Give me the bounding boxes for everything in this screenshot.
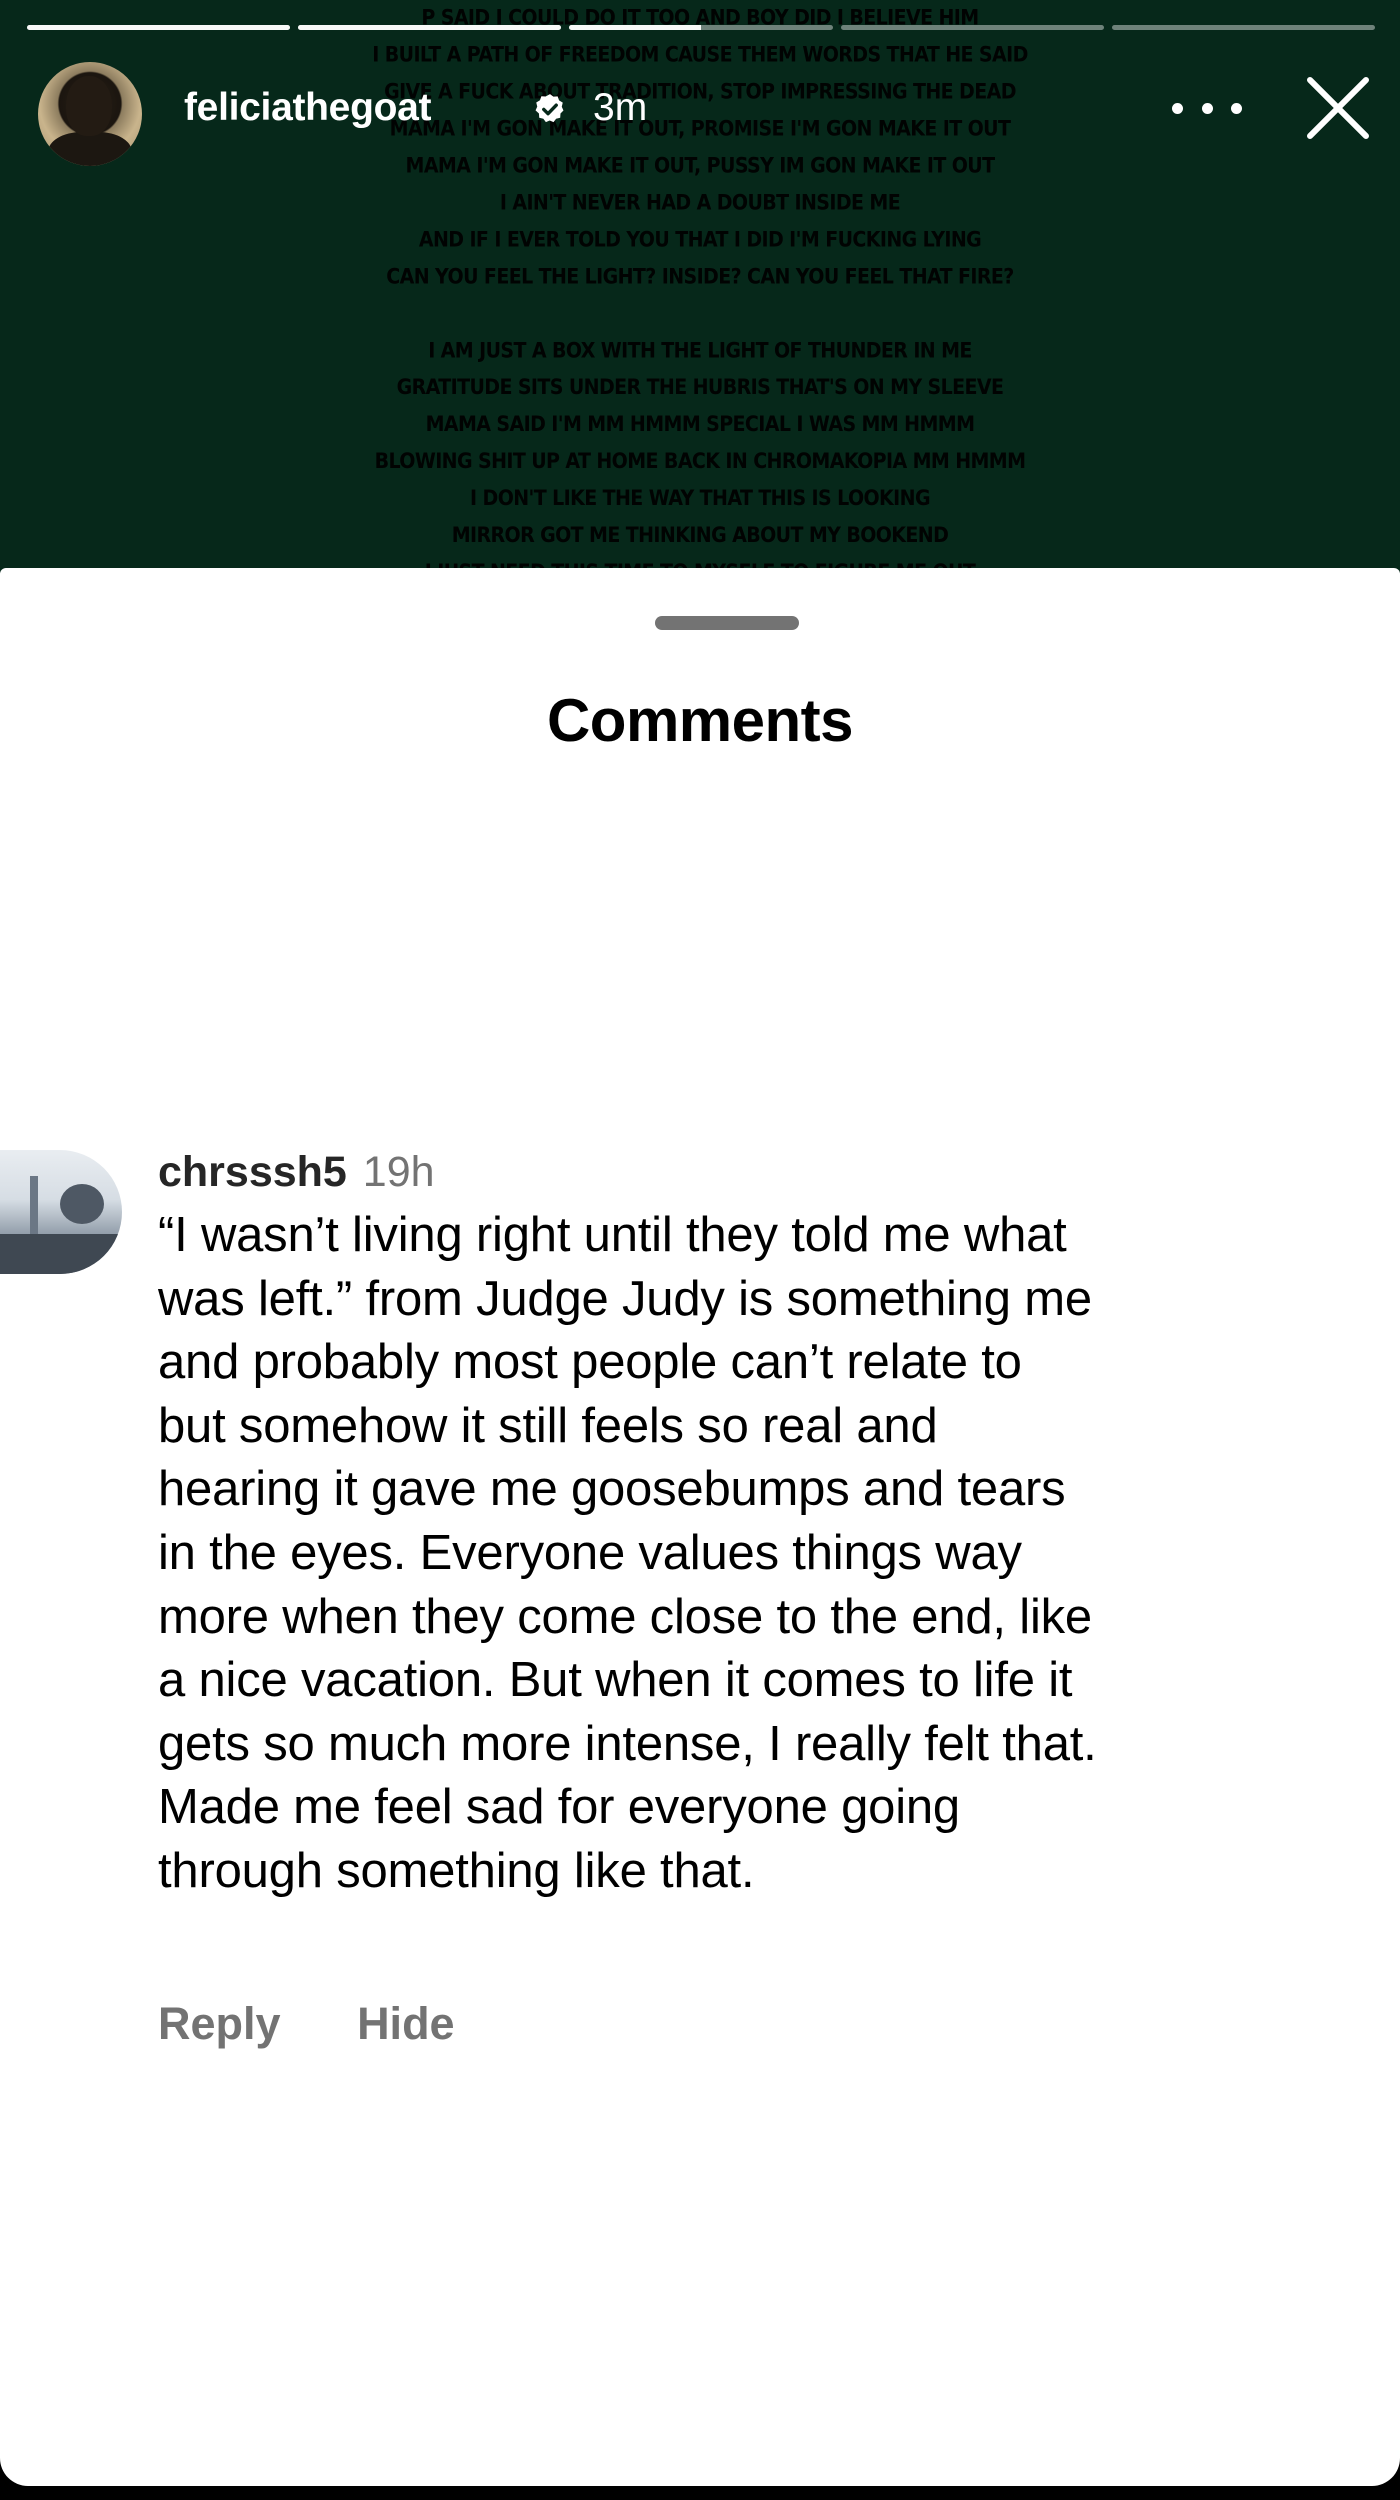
lyric-gap bbox=[0, 296, 1400, 333]
comment-text-line: but somehow it still feels so real and bbox=[158, 1398, 938, 1453]
story-header: feliciathegoat 3m bbox=[36, 58, 1372, 168]
comment-text-line: Made me feel sad for everyone going bbox=[158, 1780, 960, 1835]
story-progress-segment bbox=[1111, 25, 1376, 30]
comment-text-line: in the eyes. Everyone values things way bbox=[158, 1525, 1022, 1580]
comment-text-line: more when they come close to the end, li… bbox=[158, 1589, 1092, 1644]
more-options-icon[interactable] bbox=[1172, 88, 1242, 128]
lyric-line: MAMA SAID I'M MM HMMM SPECIAL I WAS MM H… bbox=[425, 412, 975, 437]
lyric-line: AND IF I EVER TOLD YOU THAT I DID I'M FU… bbox=[418, 227, 982, 252]
sheet-drag-handle[interactable] bbox=[655, 616, 799, 630]
lyric-line: P SAID I COULD DO IT TOO AND BOY DID I B… bbox=[421, 5, 979, 31]
lyric-line: CAN YOU FEEL THE LIGHT? INSIDE? CAN YOU … bbox=[386, 264, 1014, 289]
story-progress-segment bbox=[569, 25, 833, 30]
comment-text-line: through something like that. bbox=[158, 1843, 755, 1898]
story-media[interactable]: P SAID I COULD DO IT TOO AND BOY DID I B… bbox=[0, 0, 1400, 600]
verified-badge-icon bbox=[535, 94, 564, 123]
story-author-avatar[interactable] bbox=[38, 62, 142, 166]
comment-text: “I wasn’t living right until they told m… bbox=[158, 1204, 1368, 1904]
story-progress-bar bbox=[27, 25, 1376, 31]
comment-actions: Reply Hide bbox=[158, 1998, 455, 2050]
reply-button[interactable]: Reply bbox=[158, 1998, 281, 2050]
story-progress-segment bbox=[840, 25, 1104, 30]
comments-sheet: Comments chrsssh5 19h “I wasn’t living r… bbox=[0, 568, 1400, 2486]
lyric-line: BLOWING SHIT UP AT HOME BACK IN CHROMAKO… bbox=[374, 449, 1026, 474]
comment-text-line: hearing it gave me goosebumps and tears bbox=[158, 1462, 1066, 1517]
story-timestamp: 3m bbox=[593, 86, 648, 129]
comment-timestamp: 19h bbox=[362, 1148, 435, 1196]
hide-comment-button[interactable]: Hide bbox=[357, 1998, 455, 2050]
story-author-username[interactable]: feliciathegoat bbox=[184, 86, 431, 130]
comment-text-line: was left.” from Judge Judy is something … bbox=[158, 1271, 1092, 1326]
commenter-avatar[interactable] bbox=[0, 1150, 122, 1274]
comment-text-line: a nice vacation. But when it comes to li… bbox=[158, 1653, 1073, 1708]
instagram-story-screen: P SAID I COULD DO IT TOO AND BOY DID I B… bbox=[0, 0, 1400, 2500]
comment-text-line: “I wasn’t living right until they told m… bbox=[158, 1208, 1067, 1262]
story-progress-segment bbox=[27, 25, 291, 30]
comment-text-line: and probably most people can’t relate to bbox=[158, 1335, 1022, 1390]
lyric-line: GRATITUDE SITS UNDER THE HUBRIS THAT'S O… bbox=[396, 375, 1004, 400]
comment-text-line: gets so much more intense, I really felt… bbox=[158, 1716, 1097, 1771]
lyric-line: I AM JUST A BOX WITH THE LIGHT OF THUNDE… bbox=[428, 338, 972, 363]
close-icon[interactable] bbox=[1306, 76, 1370, 140]
story-progress-segment bbox=[298, 25, 562, 30]
lyric-line: I DON'T LIKE THE WAY THAT THIS IS LOOKIN… bbox=[470, 486, 931, 511]
commenter-username[interactable]: chrsssh5 bbox=[158, 1148, 347, 1196]
lyric-line: I AIN'T NEVER HAD A DOUBT INSIDE ME bbox=[499, 190, 901, 216]
comments-title: Comments bbox=[546, 687, 854, 754]
lyric-line: MIRROR GOT ME THINKING ABOUT MY BOOKEND bbox=[451, 523, 949, 548]
comment-meta: chrsssh5 19h bbox=[158, 1146, 435, 1198]
